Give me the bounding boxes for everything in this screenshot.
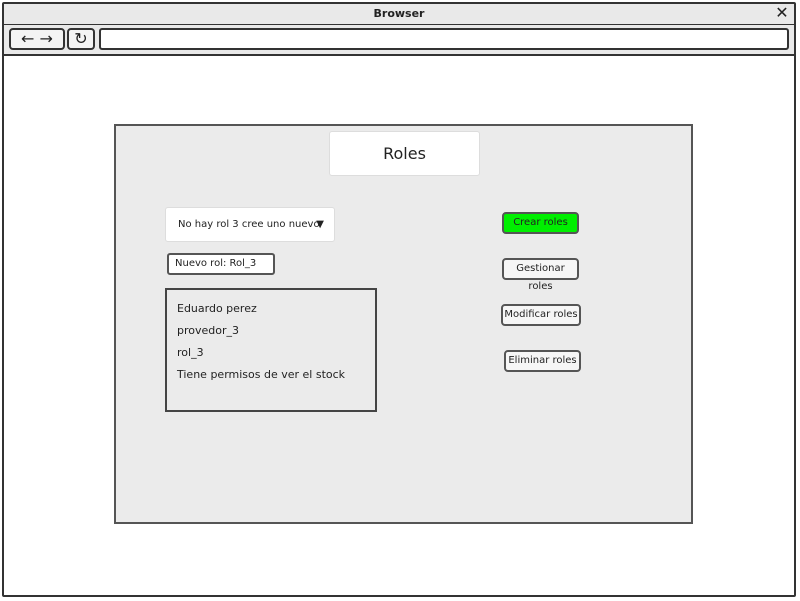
modify-roles-button[interactable]: Modificar roles [501, 304, 581, 326]
browser-toolbar: ← → ↻ [4, 25, 794, 56]
close-icon[interactable]: ✕ [774, 5, 790, 21]
dropdown-arrow-icon: ▼ [316, 219, 324, 230]
list-item: rol_3 [177, 346, 204, 359]
role-details-list: Eduardo perez provedor_3 rol_3 Tiene per… [165, 288, 377, 412]
create-roles-button[interactable]: Crear roles [502, 212, 579, 234]
role-dropdown-value: No hay rol 3 cree uno nuevo [178, 219, 320, 230]
title-bar: Browser ✕ [4, 4, 794, 25]
new-role-field[interactable]: Nuevo rol: Rol_3 [167, 253, 275, 275]
list-item: provedor_3 [177, 324, 240, 337]
page-title: Roles [329, 131, 480, 176]
list-item: Eduardo perez [177, 302, 257, 315]
delete-roles-button[interactable]: Eliminar roles [504, 350, 581, 372]
reload-icon[interactable]: ↻ [67, 28, 95, 50]
role-dropdown[interactable]: No hay rol 3 cree uno nuevo ▼ [165, 207, 335, 242]
window-title: Browser [373, 7, 425, 20]
list-item: Tiene permisos de ver el stock [177, 368, 346, 381]
browser-window: Browser ✕ ← → ↻ Roles No hay rol 3 cree … [2, 2, 796, 597]
address-bar[interactable] [99, 28, 789, 50]
roles-panel: Roles No hay rol 3 cree uno nuevo ▼ Nuev… [114, 124, 693, 524]
back-forward-buttons[interactable]: ← → [9, 28, 65, 50]
manage-roles-button[interactable]: Gestionar roles [502, 258, 579, 292]
